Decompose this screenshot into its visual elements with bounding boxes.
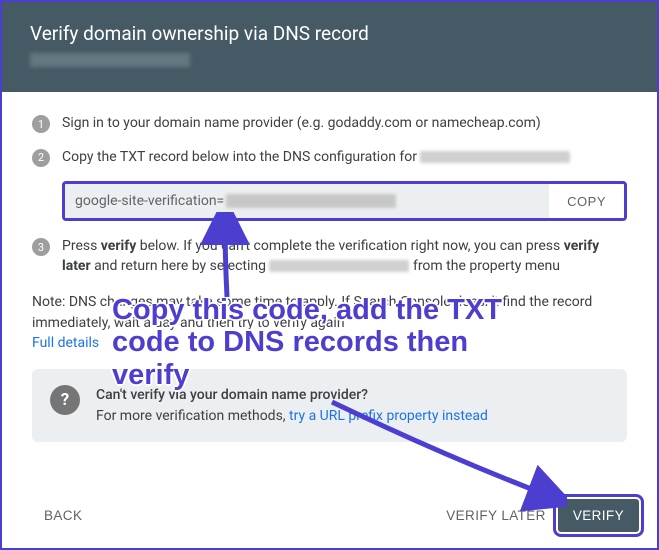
back-button[interactable]: BACK [32, 500, 94, 531]
info-text: Can't verify via your domain name provid… [96, 385, 488, 426]
step-3-badge: 3 [32, 238, 50, 256]
step-1: 1 Sign in to your domain name provider (… [32, 114, 627, 134]
step-2-text: Copy the TXT record below into the DNS c… [62, 148, 627, 168]
redacted-domain-1 [420, 151, 570, 163]
step-1-text: Sign in to your domain name provider (e.… [62, 114, 627, 134]
step-3: 3 Press verify below. If you can't compl… [32, 237, 627, 276]
txt-record-value[interactable]: google-site-verification= [65, 184, 549, 218]
modal-title: Verify domain ownership via DNS record [30, 22, 629, 45]
redacted-domain-2 [269, 260, 409, 272]
help-icon: ? [50, 385, 80, 415]
info-title: Can't verify via your domain name provid… [96, 387, 368, 403]
modal-header: Verify domain ownership via DNS record [2, 2, 657, 92]
redacted-email [30, 53, 190, 67]
txt-record-row: google-site-verification= COPY [62, 181, 627, 221]
modal-body: 1 Sign in to your domain name provider (… [2, 92, 657, 487]
step-2-badge: 2 [32, 149, 50, 167]
step-2: 2 Copy the TXT record below into the DNS… [32, 148, 627, 168]
verify-button[interactable]: VERIFY [558, 499, 639, 532]
step-1-badge: 1 [32, 115, 50, 133]
url-prefix-link[interactable]: try a URL prefix property instead [289, 408, 488, 424]
modal-footer: BACK VERIFY LATER VERIFY [2, 487, 657, 548]
info-box: ? Can't verify via your domain name prov… [32, 369, 627, 442]
copy-button[interactable]: COPY [549, 184, 624, 218]
note-block: Note: DNS changes may take some time to … [32, 292, 627, 353]
step-3-text: Press verify below. If you can't complet… [62, 237, 627, 276]
verify-dns-modal: Verify domain ownership via DNS record 1… [0, 0, 659, 550]
redacted-txt-value [226, 194, 396, 208]
full-details-link[interactable]: Full details [32, 335, 99, 351]
verify-later-button[interactable]: VERIFY LATER [434, 500, 558, 531]
note-text: Note: DNS changes may take some time to … [32, 294, 592, 330]
